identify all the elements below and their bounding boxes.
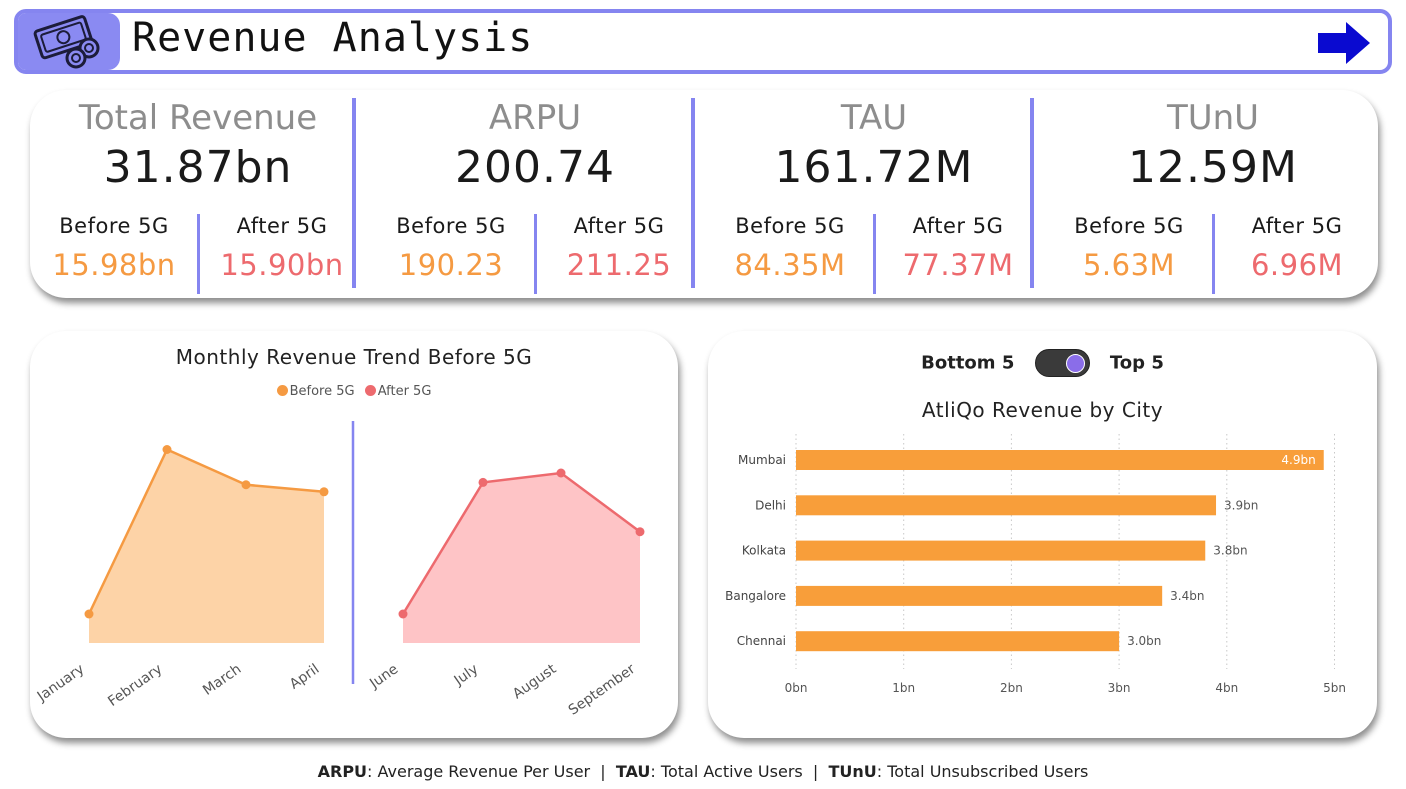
kpi-title: ARPU [488,98,582,138]
x-tick-label: 1bn [892,681,915,695]
separator: | [600,762,606,781]
point-before-march [241,480,251,490]
before-value: 5.63M [1082,248,1176,282]
kpi-value: 31.87bn [103,142,293,193]
kpi-before: Before 5G 5.63M [1045,214,1213,282]
x-tick-label: 4bn [1215,681,1238,695]
x-tick-label: January [34,661,87,705]
tau-def: : Total Active Users [650,762,803,781]
x-tick-label: April [287,661,322,692]
after-label: After 5G [573,214,665,238]
kpi-separator [691,98,695,288]
point-before-april [319,487,329,497]
city-label: Delhi [755,498,786,512]
city-bar-chart: 0bn 1bn 2bn 3bn 4bn 5bn Mumbai 4.9bn Delhi 3.9bn K… [725,434,1346,695]
kpi-value: 12.59M [1128,142,1298,193]
header-icon-box [18,13,120,70]
kpi-after: After 5G 6.96M [1213,214,1381,282]
trend-chart: January February March April June July August S… [34,421,645,719]
before-label: Before 5G [59,214,169,238]
x-tick-label: 3bn [1108,681,1131,695]
before-label: Before 5G [1074,214,1184,238]
arrow-right-icon[interactable] [1318,22,1370,64]
before-value: 15.98bn [52,248,176,282]
bar-kolkata [796,540,1206,561]
kpi-title: TAU [840,98,908,138]
kpi-arpu: ARPU 200.74 Before 5G 190.23 After 5G 21… [367,90,703,298]
kpi-total-revenue: Total Revenue 31.87bn Before 5G 15.98bn … [30,90,366,298]
city-card: Bottom 5 Top 5 AtliQo Revenue by City 0b… [708,331,1377,738]
kpi-title: Total Revenue [78,98,318,138]
before-value: 190.23 [398,248,504,282]
bar-bangalore [796,585,1163,606]
x-tick-label: September [566,661,639,719]
data-label: 3.9bn [1224,498,1258,512]
bar-mumbai [796,450,1324,470]
after-value: 6.96M [1250,248,1344,282]
point-before-february [162,445,172,454]
bar-delhi [796,495,1217,516]
kpi-separator [352,98,356,288]
x-tick-label: March [200,661,244,699]
separator: | [812,762,819,781]
point-after-august [556,468,566,478]
x-tick-label: 2bn [1000,681,1023,695]
after-value: 15.90bn [220,248,344,282]
money-icon [33,15,100,69]
city-label: Chennai [737,634,786,648]
kpi-after: After 5G 15.90bn [198,214,366,282]
kpi-before: Before 5G 84.35M [706,214,874,282]
kpi-separator [1030,98,1034,288]
x-tick-label: 0bn [785,681,808,695]
kpi-title: TUnU [1166,98,1260,138]
before-value: 84.35M [734,248,846,282]
footer-glossary: ARPU: Average Revenue Per User | TAU: To… [0,762,1406,781]
kpi-after: After 5G 211.25 [535,214,703,282]
after-label: After 5G [236,214,328,238]
kpi-before: Before 5G 15.98bn [30,214,198,282]
page-title: Revenue Analysis [132,15,534,61]
x-tick-label: July [451,661,482,689]
x-tick-label: June [366,661,401,692]
city-label: Mumbai [738,453,786,467]
kpi-before: Before 5G 190.23 [367,214,535,282]
after-value: 211.25 [566,248,672,282]
before-label: Before 5G [735,214,845,238]
data-label: 3.0bn [1127,634,1161,648]
x-tick-label: August [510,661,560,703]
x-tick-label: 5bn [1323,681,1346,695]
area-after [403,473,640,643]
point-after-july [478,477,488,487]
trend-card: Monthly Revenue Trend Before 5G Before 5… [30,331,678,738]
after-label: After 5G [912,214,1004,238]
data-label: 3.4bn [1170,589,1204,603]
point-after-september [635,527,645,537]
after-value: 77.37M [902,248,1014,282]
kpi-tunu: TUnU 12.59M Before 5G 5.63M After 5G 6.9… [1045,90,1381,298]
data-label: 3.8bn [1213,544,1247,558]
point-after-june [398,609,408,619]
area-before [89,449,324,643]
tunu-def: : Total Unsubscribed Users [876,762,1089,781]
city-label: Bangalore [725,589,786,603]
data-label: 4.9bn [1281,453,1315,467]
city-label: Kolkata [742,544,786,558]
kpi-value: 161.72M [774,142,974,193]
kpi-after: After 5G 77.37M [874,214,1042,282]
kpi-card: Total Revenue 31.87bn Before 5G 15.98bn … [30,90,1378,298]
tau-abbr: TAU [615,762,651,781]
x-tick-label: February [105,661,165,710]
after-label: After 5G [1251,214,1343,238]
arpu-def: : Average Revenue Per User [367,762,591,781]
arpu-abbr: ARPU [317,762,368,781]
point-before-january [84,609,94,619]
kpi-tau: TAU 161.72M Before 5G 84.35M After 5G 77… [706,90,1042,298]
tunu-abbr: TUnU [828,762,877,781]
kpi-value: 200.74 [455,142,615,193]
before-label: Before 5G [396,214,506,238]
page-header: Revenue Analysis [14,9,1392,74]
bar-chennai [796,631,1120,652]
